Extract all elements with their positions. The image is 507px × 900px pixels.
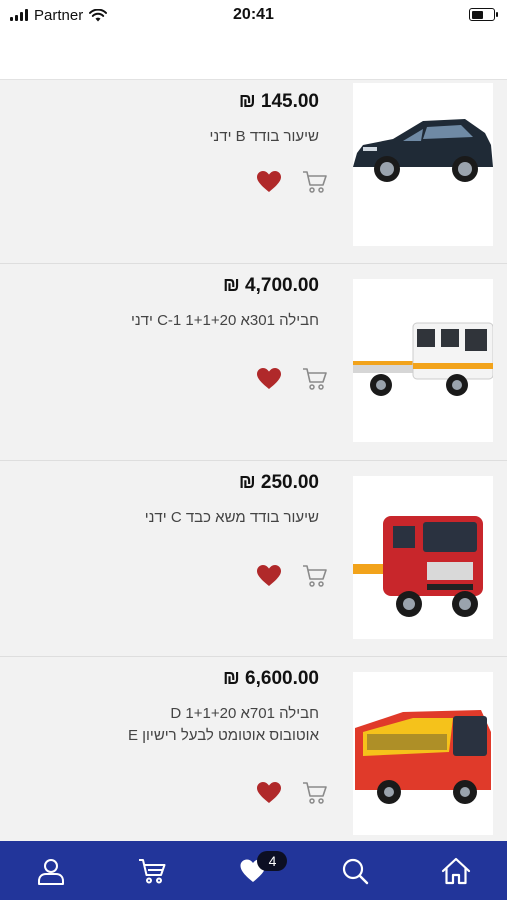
nav-cart[interactable] — [127, 846, 177, 896]
product-name: חבילה 301א 1+1+20 C-1 ידני — [131, 310, 319, 332]
cart-icon — [303, 171, 327, 193]
product-image-bus[interactable] — [353, 672, 493, 835]
signal-icon — [10, 9, 28, 21]
nav-home[interactable] — [431, 846, 481, 896]
status-bar: Partner 20:41 — [0, 0, 507, 30]
page-header — [0, 30, 507, 80]
nav-profile[interactable] — [26, 846, 76, 896]
cart-icon — [303, 368, 327, 390]
favorite-button[interactable] — [256, 781, 282, 805]
bottom-nav: 4 — [0, 841, 507, 900]
profile-icon — [37, 858, 64, 885]
product-name-line: חבילה 301א 1+1+20 C-1 ידני — [130, 312, 319, 329]
heart-icon — [257, 171, 281, 192]
product-name-line: שיעור בודד B ידני — [209, 128, 319, 145]
tow-truck-icon — [353, 279, 493, 442]
product-image-car[interactable] — [353, 83, 493, 246]
cart-icon — [303, 782, 327, 804]
product-name-line: אוטובוס אוטומט לבעל רישיון E — [127, 727, 319, 744]
product-card[interactable]: ₪ 6,600.00 חבילה 701א 1+1+20 D אוטובוס א… — [0, 657, 507, 841]
product-name: שיעור בודד משא כבד C ידני — [145, 507, 319, 529]
wifi-icon — [89, 8, 108, 21]
favorite-button[interactable] — [256, 367, 282, 391]
car-icon — [353, 83, 493, 246]
favorite-button[interactable] — [256, 170, 282, 194]
product-image-tow-truck[interactable] — [353, 279, 493, 442]
product-card[interactable]: ₪ 145.00 שיעור בודד B ידני — [0, 80, 507, 264]
battery-fill — [471, 10, 483, 19]
cart-icon — [139, 858, 166, 883]
product-image-heavy-truck[interactable] — [353, 476, 493, 639]
nav-favorites[interactable]: 4 — [228, 846, 288, 896]
heart-icon — [257, 565, 281, 586]
add-to-cart-button[interactable] — [302, 170, 328, 194]
product-card[interactable]: ₪ 4,700.00 חבילה 301א 1+1+20 C-1 ידני — [0, 264, 507, 461]
add-to-cart-button[interactable] — [302, 564, 328, 588]
product-price: ₪ 145.00 — [238, 91, 319, 112]
cart-icon — [303, 565, 327, 587]
favorite-button[interactable] — [256, 564, 282, 588]
carrier-label: Partner — [34, 6, 84, 24]
product-price: ₪ 250.00 — [238, 472, 319, 493]
product-price: ₪ 4,700.00 — [222, 275, 319, 296]
add-to-cart-button[interactable] — [302, 367, 328, 391]
product-name: חבילה 701א 1+1+20 D אוטובוס אוטומט לבעל … — [128, 703, 319, 747]
battery-icon — [469, 8, 498, 21]
heart-icon — [257, 368, 281, 389]
product-card[interactable]: ₪ 250.00 שיעור בודד משא כבד C ידני — [0, 461, 507, 657]
product-list[interactable]: ₪ 145.00 שיעור בודד B ידני ₪ 4,700.00 חב… — [0, 80, 507, 841]
product-name-line: שיעור בודד משא כבד C ידני — [144, 509, 319, 526]
status-left: Partner — [10, 6, 108, 24]
bus-icon — [353, 672, 493, 835]
product-price: ₪ 6,600.00 — [222, 668, 319, 689]
nav-search[interactable] — [330, 846, 380, 896]
home-icon — [442, 857, 471, 884]
product-name: שיעור בודד B ידני — [210, 126, 319, 148]
add-to-cart-button[interactable] — [302, 781, 328, 805]
heart-icon — [257, 782, 281, 803]
heavy-truck-icon — [353, 476, 493, 639]
favorites-count-badge: 4 — [257, 850, 288, 871]
product-name-line: חבילה 701א 1+1+20 D — [170, 705, 319, 722]
search-icon — [342, 858, 369, 884]
